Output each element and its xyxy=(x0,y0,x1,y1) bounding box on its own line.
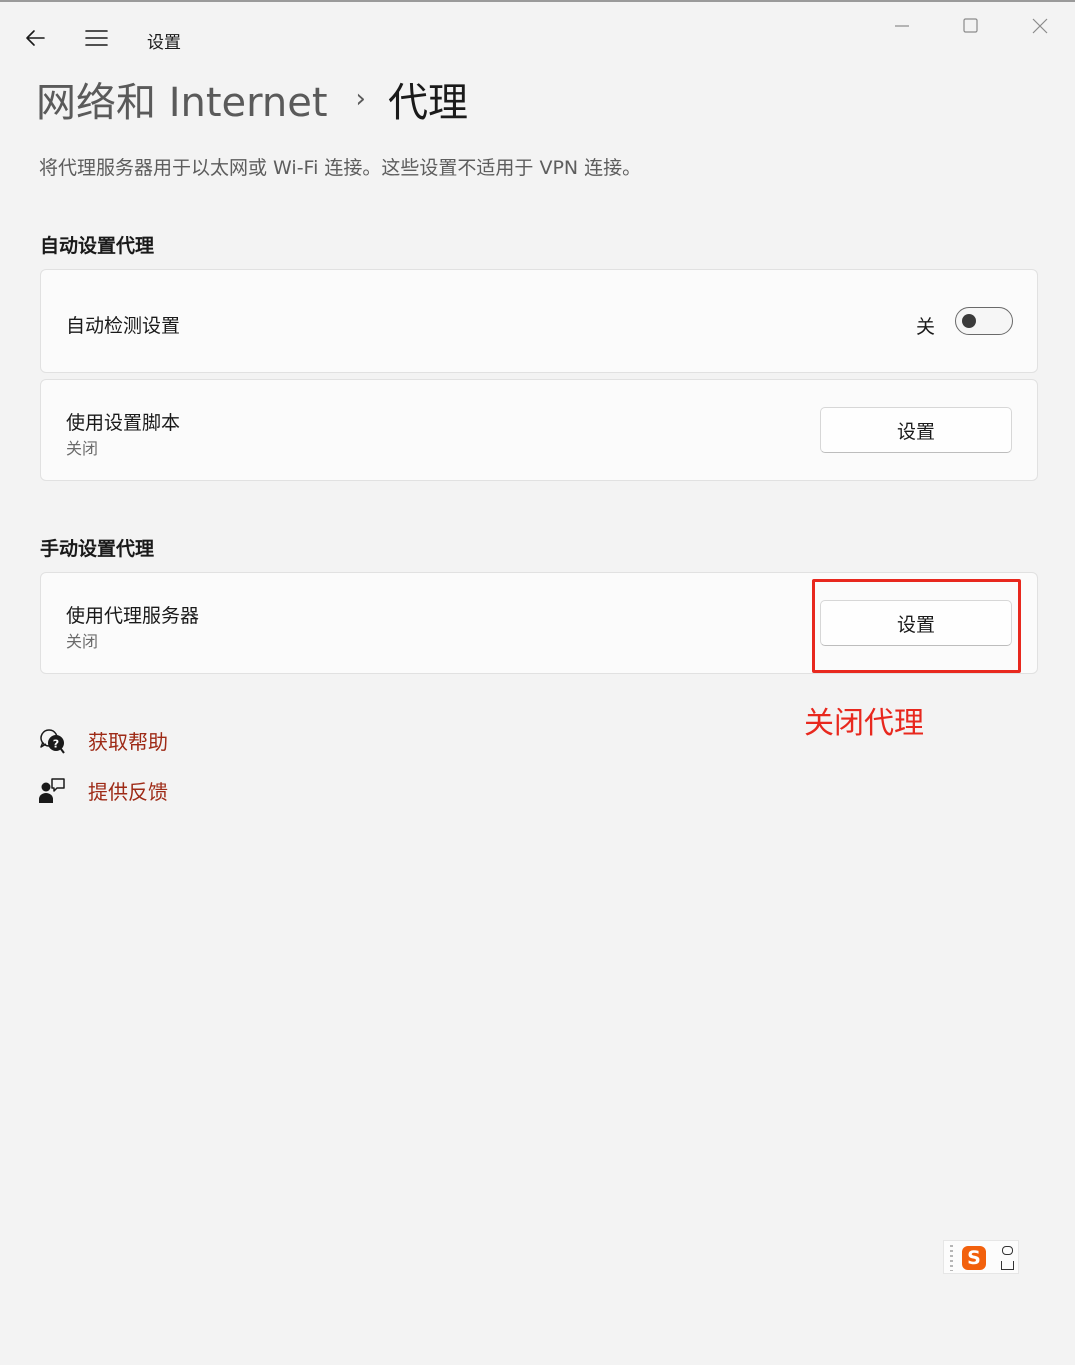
auto-detect-toggle[interactable] xyxy=(955,307,1013,335)
setup-script-label: 使用设置脚本 xyxy=(66,412,181,434)
section-title-auto: 自动设置代理 xyxy=(40,235,155,257)
sogou-ime-logo-icon[interactable]: S xyxy=(962,1246,986,1270)
back-button[interactable] xyxy=(22,24,50,52)
close-icon xyxy=(1032,18,1048,34)
page-description: 将代理服务器用于以太网或 Wi-Fi 连接。这些设置不适用于 VPN 连接。 xyxy=(39,157,642,179)
get-help-label: 获取帮助 xyxy=(88,729,168,754)
toggle-knob xyxy=(962,314,976,328)
maximize-button[interactable] xyxy=(958,14,982,38)
close-button[interactable] xyxy=(1028,14,1052,38)
breadcrumb-chevron-icon: › xyxy=(355,84,366,114)
get-help-link[interactable]: ? 获取帮助 xyxy=(38,725,168,755)
setup-script-status: 关闭 xyxy=(66,439,99,458)
app-title: 设置 xyxy=(147,33,181,53)
ime-shape-icon xyxy=(1002,1246,1013,1255)
proxy-server-status: 关闭 xyxy=(66,632,99,651)
ime-toolbar[interactable]: S xyxy=(943,1240,1019,1274)
feedback-icon xyxy=(39,778,65,803)
back-arrow-icon xyxy=(26,30,45,46)
page-title: 代理 xyxy=(387,80,468,126)
give-feedback-link[interactable]: 提供反馈 xyxy=(38,775,168,805)
breadcrumb: 网络和 Internet › 代理 xyxy=(36,70,468,128)
auto-detect-label: 自动检测设置 xyxy=(66,315,181,337)
give-feedback-label: 提供反馈 xyxy=(88,779,168,804)
minimize-button[interactable] xyxy=(890,14,914,38)
ime-shape-icon xyxy=(1001,1261,1014,1270)
navigation-menu-button[interactable] xyxy=(82,24,110,52)
title-bar: 设置 xyxy=(0,2,1075,62)
section-title-manual: 手动设置代理 xyxy=(40,538,155,560)
annotation-highlight-box xyxy=(812,579,1021,673)
help-chat-icon: ? xyxy=(40,729,65,754)
setup-script-button[interactable]: 设置 xyxy=(820,407,1012,453)
setup-script-card: 使用设置脚本 关闭 设置 xyxy=(40,379,1038,481)
maximize-icon xyxy=(963,18,978,33)
breadcrumb-parent-network[interactable]: 网络和 Internet xyxy=(36,70,328,128)
ime-drag-handle[interactable] xyxy=(950,1245,953,1271)
auto-detect-card: 自动检测设置 关 xyxy=(40,269,1038,373)
annotation-text: 关闭代理 xyxy=(804,706,924,741)
auto-detect-state-text: 关 xyxy=(915,316,935,338)
hamburger-icon xyxy=(85,30,108,46)
proxy-server-label: 使用代理服务器 xyxy=(66,605,200,627)
minimize-icon xyxy=(895,25,909,27)
svg-text:?: ? xyxy=(53,738,59,751)
